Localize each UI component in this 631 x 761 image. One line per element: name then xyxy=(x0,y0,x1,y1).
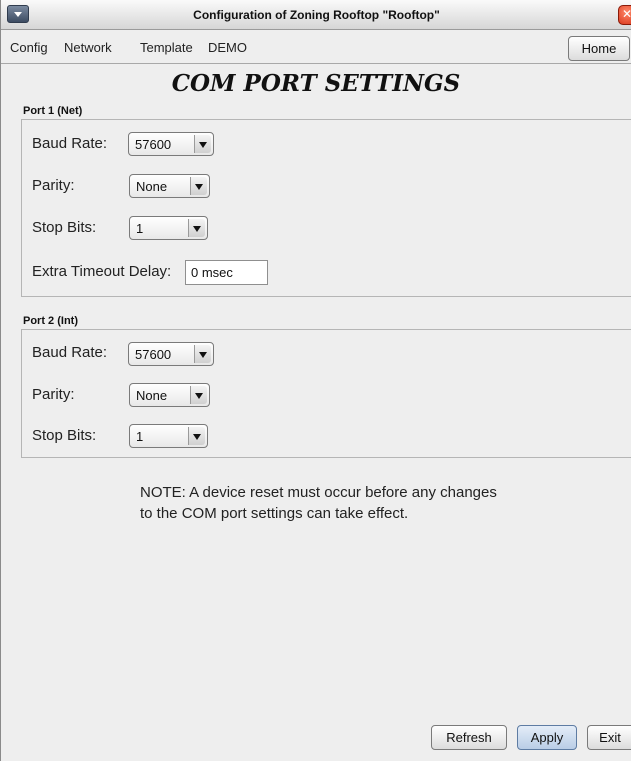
port1-parity-label: Parity: xyxy=(32,177,75,194)
port2-section-label: Port 2 (Int) xyxy=(23,315,78,327)
menu-demo[interactable]: DEMO xyxy=(208,40,247,55)
apply-button-wrap: Apply xyxy=(517,725,577,751)
exit-button[interactable]: Exit xyxy=(587,725,631,750)
port2-baud-value: 57600 xyxy=(135,347,172,362)
chevron-down-icon xyxy=(194,345,211,363)
menu-template[interactable]: Template xyxy=(140,40,193,55)
exit-button-wrap: Exit xyxy=(587,725,631,751)
port1-baud-label: Baud Rate: xyxy=(32,135,108,152)
apply-button[interactable]: Apply xyxy=(517,725,577,750)
chevron-down-icon xyxy=(190,177,207,195)
port2-section xyxy=(21,329,631,458)
app-window: Configuration of Zoning Rooftop "Rooftop… xyxy=(0,0,631,761)
port1-baud-select[interactable]: 57600 xyxy=(128,132,214,156)
reset-note: NOTE: A device reset must occur before a… xyxy=(140,482,560,524)
close-icon[interactable] xyxy=(618,5,631,25)
port1-parity-select[interactable]: None xyxy=(129,174,210,198)
chevron-down-icon xyxy=(194,135,211,153)
window-title: Configuration of Zoning Rooftop "Rooftop… xyxy=(193,8,440,22)
port2-baud-label: Baud Rate: xyxy=(32,344,108,361)
chevron-down-icon xyxy=(188,427,205,445)
port2-stopbits-value: 1 xyxy=(136,429,144,444)
port1-timeout-field[interactable] xyxy=(185,260,268,285)
menu-config[interactable]: Config xyxy=(10,40,48,55)
port1-baud-value: 57600 xyxy=(135,137,172,152)
home-button[interactable]: Home xyxy=(568,36,630,61)
chevron-down-icon xyxy=(188,219,205,237)
home-button-wrap: Home xyxy=(568,36,630,61)
port2-stopbits-select[interactable]: 1 xyxy=(129,424,208,448)
menu-bar: Config Network Template DEMO xyxy=(1,30,631,64)
port2-parity-select[interactable]: None xyxy=(129,383,210,407)
port2-parity-value: None xyxy=(136,388,168,403)
refresh-button-wrap: Refresh xyxy=(431,725,507,751)
port1-timeout-label: Extra Timeout Delay: xyxy=(32,263,172,280)
refresh-button[interactable]: Refresh xyxy=(431,725,507,750)
reset-note-line1: NOTE: A device reset must occur before a… xyxy=(140,484,497,501)
reset-note-line2: to the COM port settings can take effect… xyxy=(140,505,409,522)
port1-timeout-input[interactable] xyxy=(186,261,267,284)
page-title: COM PORT SETTINGS xyxy=(171,70,461,97)
port2-baud-select[interactable]: 57600 xyxy=(128,342,214,366)
port2-parity-label: Parity: xyxy=(32,386,75,403)
chevron-down-icon xyxy=(190,386,207,404)
title-bar: Configuration of Zoning Rooftop "Rooftop… xyxy=(1,0,631,30)
port1-section-label: Port 1 (Net) xyxy=(23,105,83,117)
port1-stopbits-value: 1 xyxy=(136,221,144,236)
port1-parity-value: None xyxy=(136,179,168,194)
port2-stopbits-label: Stop Bits: xyxy=(32,427,97,444)
port1-stopbits-select[interactable]: 1 xyxy=(129,216,208,240)
menu-network[interactable]: Network xyxy=(64,40,112,55)
port1-stopbits-label: Stop Bits: xyxy=(32,219,97,236)
